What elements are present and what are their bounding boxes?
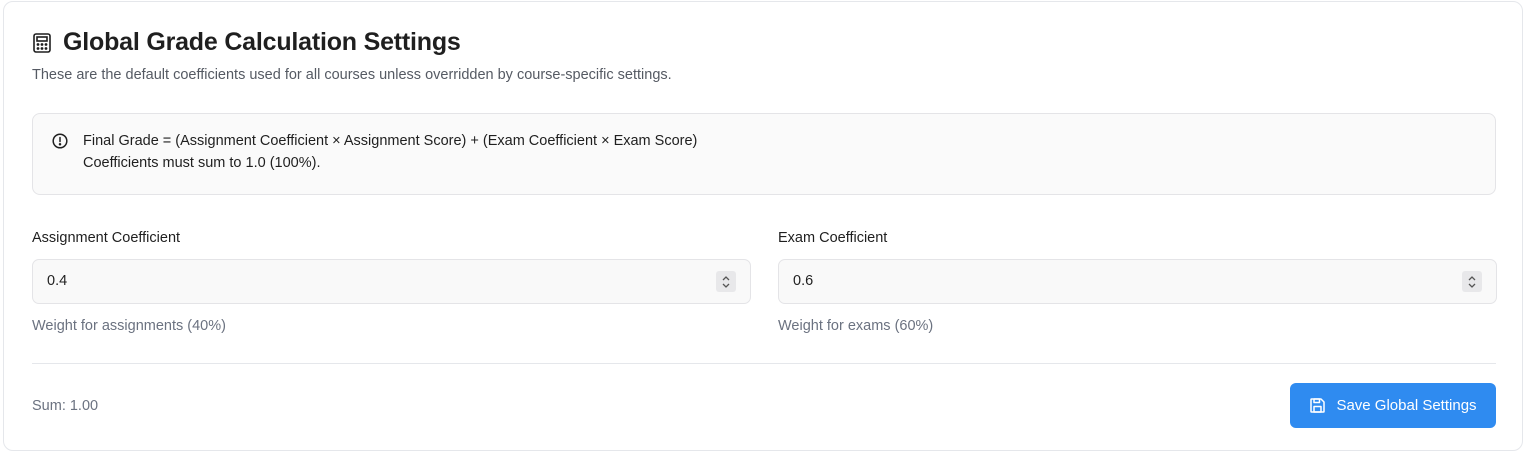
assignment-coefficient-field: Assignment Coefficient 0.4 Weight for as… <box>32 230 751 334</box>
assignment-coefficient-input[interactable]: 0.4 <box>32 259 751 304</box>
footer-divider <box>32 363 1496 364</box>
assignment-coefficient-label: Assignment Coefficient <box>32 230 181 246</box>
coefficient-sum: Sum: 1.00 <box>32 398 99 414</box>
card-header: Global Grade Calculation Settings <box>32 28 461 57</box>
save-button-label: Save Global Settings <box>1336 397 1477 414</box>
chevron-down-icon[interactable] <box>1467 282 1477 289</box>
calculator-icon <box>32 32 52 54</box>
exam-coefficient-help: Weight for exams (60%) <box>778 318 934 334</box>
exam-coefficient-field: Exam Coefficient 0.6 Weight for exams (6… <box>778 230 1497 334</box>
assignment-coefficient-help: Weight for assignments (40%) <box>32 318 226 334</box>
chevron-up-icon[interactable] <box>721 275 731 282</box>
save-icon <box>1309 397 1326 414</box>
global-settings-card: Global Grade Calculation Settings These … <box>3 1 1523 451</box>
chevron-down-icon[interactable] <box>721 282 731 289</box>
save-global-settings-button[interactable]: Save Global Settings <box>1290 383 1496 428</box>
page-description: These are the default coefficients used … <box>32 67 672 83</box>
exam-coefficient-input[interactable]: 0.6 <box>778 259 1497 304</box>
chevron-up-icon[interactable] <box>1467 275 1477 282</box>
page-title: Global Grade Calculation Settings <box>63 28 461 56</box>
constraint-text: Coefficients must sum to 1.0 (100%). <box>83 155 321 171</box>
assignment-number-stepper[interactable] <box>716 271 736 292</box>
formula-info-alert: Final Grade = (Assignment Coefficient × … <box>32 113 1496 195</box>
exam-coefficient-value: 0.6 <box>793 273 814 289</box>
exam-number-stepper[interactable] <box>1462 271 1482 292</box>
assignment-coefficient-value: 0.4 <box>47 273 68 289</box>
alert-circle-icon <box>52 133 68 149</box>
formula-text: Final Grade = (Assignment Coefficient × … <box>83 133 698 149</box>
exam-coefficient-label: Exam Coefficient <box>778 230 888 246</box>
